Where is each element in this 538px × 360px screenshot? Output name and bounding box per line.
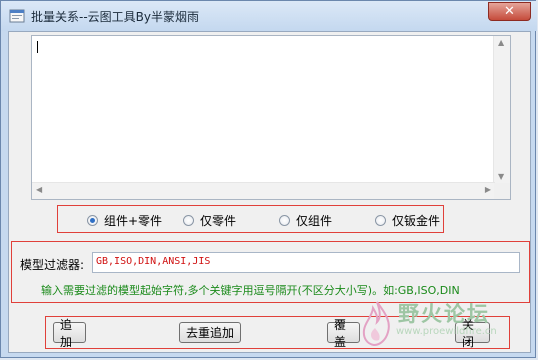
filter-label: 模型过滤器: (20, 258, 85, 272)
radio-parts-only[interactable]: 仅零件 (183, 212, 236, 229)
scroll-up-icon[interactable]: ▲ (498, 39, 504, 47)
scroll-down-icon[interactable]: ▼ (498, 173, 504, 181)
watermark-text: 野火论坛 (398, 302, 490, 326)
radio-icon (183, 215, 194, 226)
horizontal-scrollbar[interactable]: ◀ ▶ (32, 182, 495, 199)
watermark-url: www.proewildfire.cn (396, 326, 497, 337)
app-icon (9, 9, 25, 23)
radio-sheetmetal-only[interactable]: 仅钣金件 (375, 212, 440, 229)
radio-label: 组件+零件 (104, 214, 163, 228)
radio-icon (279, 215, 290, 226)
radio-assembly-part[interactable]: 组件+零件 (87, 212, 162, 229)
radio-assemblies-only[interactable]: 仅组件 (279, 212, 332, 229)
forum-watermark: 野火论坛 www.proewildfire.cn (360, 296, 530, 354)
overwrite-button[interactable]: 覆盖 (327, 318, 360, 349)
mode-radio-group: 组件+零件 仅零件 仅组件 仅钣金件 (57, 205, 444, 233)
radio-icon (375, 215, 386, 226)
radio-label: 仅零件 (200, 214, 237, 228)
dedupe-append-button[interactable]: 去重追加 (179, 322, 241, 343)
scroll-right-icon[interactable]: ▶ (485, 186, 491, 194)
text-caret (37, 41, 38, 53)
scrollbar-corner (494, 183, 510, 199)
append-button[interactable]: 追加 (53, 318, 86, 349)
radio-label: 仅组件 (296, 214, 333, 228)
model-filter-group: 模型过滤器: GB,ISO,DIN,ANSI,JIS 输入需要过滤的模型起始字符… (11, 241, 530, 303)
title-bar[interactable]: 批量关系--云图工具By半蒙烟雨 ✕ (1, 1, 537, 31)
flame-logo-icon (362, 301, 390, 347)
scroll-left-icon[interactable]: ◀ (36, 186, 42, 194)
window-close-button[interactable]: ✕ (488, 2, 531, 21)
filter-input[interactable]: GB,ISO,DIN,ANSI,JIS (92, 252, 520, 273)
close-icon: ✕ (504, 4, 515, 19)
vertical-scrollbar[interactable]: ▲ ▼ (493, 36, 510, 184)
radio-selected-icon (87, 215, 98, 226)
window-title: 批量关系--云图工具By半蒙烟雨 (31, 10, 199, 24)
relations-textarea[interactable]: ▲ ▼ ◀ ▶ (31, 35, 511, 200)
radio-label: 仅钣金件 (392, 214, 441, 228)
